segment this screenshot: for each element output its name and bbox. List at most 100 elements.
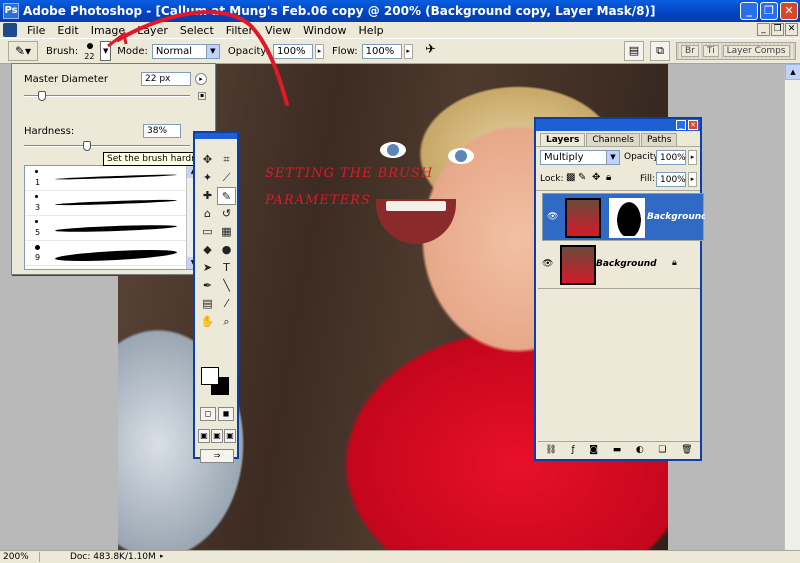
layer-name[interactable]: Background copy (647, 212, 705, 222)
brush-tool-icon[interactable]: ✎ (217, 187, 236, 205)
gradient-tool-icon[interactable]: ▦ (217, 223, 236, 241)
hardness-label: Hardness: (24, 126, 75, 137)
foreground-color-swatch[interactable] (201, 367, 219, 385)
lock-label: Lock: (540, 174, 564, 184)
new-preset-icon[interactable]: ▪ (198, 92, 206, 100)
brush-stroke-preview (54, 247, 178, 264)
palette-close-button[interactable]: ✕ (688, 120, 698, 130)
fill-label: Fill: (640, 174, 656, 184)
brush-preset-item[interactable]: 9 (25, 241, 199, 266)
layer-row-background[interactable]: 👁︎ Background 🔒︎ (538, 241, 700, 289)
brush-tip-icon (35, 220, 38, 223)
layer-row-background-copy[interactable]: 👁︎ Background copy (542, 193, 705, 241)
master-diameter-slider[interactable] (24, 95, 190, 97)
brush-size-label: 1 (35, 178, 41, 187)
type-tool-icon[interactable]: T (217, 259, 236, 277)
master-diameter-slider-thumb[interactable] (38, 91, 47, 101)
brush-picker-popup: Master Diameter 22 px ▸ ▪ Hardness: 38% … (11, 63, 216, 275)
jump-to-imageready-button[interactable]: ⇒ (200, 449, 234, 463)
tab-channels[interactable]: Channels (586, 133, 640, 146)
layer-thumbnail (560, 245, 596, 285)
new-set-icon[interactable]: ▬ (613, 445, 622, 455)
visibility-eye-icon[interactable]: 👁︎ (547, 212, 558, 222)
palette-minimize-button[interactable]: _ (676, 120, 686, 130)
clone-stamp-tool-icon[interactable]: ⌂ (198, 205, 217, 223)
lock-image-icon[interactable]: ✎ (578, 172, 586, 183)
status-bar: 200% Doc: 483.8K/1.10M ▸ (0, 550, 800, 563)
fill-value: 100% (660, 174, 686, 185)
tab-paths[interactable]: Paths (640, 133, 678, 146)
pen-tool-icon[interactable]: ✒ (198, 277, 217, 295)
zoom-level[interactable]: 200% (0, 552, 40, 562)
brush-preset-item[interactable]: 5 (25, 216, 199, 241)
standard-mode-button[interactable]: ◻ (200, 407, 216, 421)
brush-menu-arrow-icon[interactable]: ▸ (195, 73, 207, 85)
layers-palette-title-bar[interactable]: _ ✕ (536, 119, 700, 131)
brush-tip-icon (35, 195, 38, 198)
layer-opacity-input[interactable]: 100% (656, 150, 686, 165)
master-diameter-input[interactable]: 22 px (141, 72, 191, 86)
full-screen-mode-button[interactable]: ▣ (224, 429, 236, 443)
move-tool-icon[interactable]: ✥ (198, 151, 217, 169)
standard-screen-mode-button[interactable]: ▣ (198, 429, 210, 443)
document-size: Doc: 483.8K/1.10M (70, 552, 156, 562)
layer-opacity-slider-button[interactable]: ▸ (688, 150, 697, 165)
eraser-tool-icon[interactable]: ▭ (198, 223, 217, 241)
lock-transparency-icon[interactable]: ▩ (566, 172, 575, 183)
crop-tool-icon[interactable]: ⌗ (217, 151, 236, 169)
chevron-down-icon: ▼ (606, 151, 619, 164)
master-diameter-label: Master Diameter (24, 74, 109, 85)
dodge-tool-icon[interactable]: ● (217, 241, 236, 259)
brush-tip-icon (35, 170, 38, 173)
quick-mask-mode-button[interactable]: ◼ (218, 407, 234, 421)
hand-tool-icon[interactable]: ✋ (198, 313, 217, 331)
annotation-line-1: SETTING THE BRUSH (265, 166, 434, 181)
brush-size-label: 9 (35, 253, 41, 262)
lock-position-icon[interactable]: ✥ (592, 172, 600, 183)
brush-preset-item[interactable]: 1 (25, 166, 199, 191)
fill-slider-button[interactable]: ▸ (688, 172, 697, 187)
eyedropper-tool-icon[interactable]: ⁄ (217, 295, 236, 313)
zoom-tool-icon[interactable]: ⌕ (217, 313, 236, 331)
blend-mode-select[interactable]: Multiply ▼ (540, 150, 620, 165)
hardness-input[interactable]: 38% (143, 124, 181, 138)
layer-thumbnail (565, 198, 601, 238)
tab-layers[interactable]: Layers (540, 133, 586, 146)
new-layer-icon[interactable]: ❏ (658, 445, 666, 455)
visibility-eye-icon[interactable]: 👁︎ (542, 259, 553, 269)
lock-all-icon[interactable]: 🔒︎ (606, 172, 611, 183)
layer-name[interactable]: Background (596, 259, 657, 269)
hardness-slider[interactable] (24, 145, 190, 147)
brush-stroke-preview (55, 173, 177, 181)
magic-wand-tool-icon[interactable]: ✦ (198, 169, 217, 187)
path-selection-tool-icon[interactable]: ➤ (198, 259, 217, 277)
brush-preset-list: 1 3 5 9 ▲ ▼ (24, 165, 200, 270)
slice-tool-icon[interactable]: ⟋ (217, 169, 236, 187)
notes-tool-icon[interactable]: ▤ (198, 295, 217, 313)
layer-opacity-value: 100% (660, 152, 686, 163)
annotation-line-2: PARAMETERS (265, 193, 371, 208)
add-mask-icon[interactable]: ◙ (589, 445, 598, 455)
line-tool-icon[interactable]: ╲ (217, 277, 236, 295)
link-layers-icon[interactable]: ⛓ (545, 445, 556, 455)
healing-brush-tool-icon[interactable]: ✚ (198, 187, 217, 205)
history-brush-tool-icon[interactable]: ↺ (217, 205, 236, 223)
brush-preset-item[interactable]: 3 (25, 191, 199, 216)
hardness-slider-thumb[interactable] (83, 141, 92, 151)
layers-palette-footer: ⛓ ƒ ◙ ▬ ◐ ❏ 🗑︎ (538, 441, 700, 457)
full-screen-menu-mode-button[interactable]: ▣ (211, 429, 223, 443)
toolbox-title-bar[interactable] (195, 133, 237, 139)
trash-icon[interactable]: 🗑︎ (681, 445, 692, 455)
adjustment-layer-icon[interactable]: ◐ (636, 445, 644, 455)
blur-tool-icon[interactable]: ◆ (198, 241, 217, 259)
layers-palette: _ ✕ Layers Channels Paths Multiply ▼ Opa… (534, 117, 705, 461)
layer-style-icon[interactable]: ƒ (571, 445, 574, 455)
fill-input[interactable]: 100% (656, 172, 686, 187)
brush-stroke-preview (54, 198, 178, 207)
brush-size-label: 3 (35, 203, 41, 212)
layer-mask-thumbnail[interactable] (609, 198, 645, 238)
layer-lock-icon: 🔒︎ (672, 258, 677, 268)
toolbox-palette: ✥ ⌗ ✦ ⟋ ✚ ✎ ⌂ ↺ ▭ ▦ ◆ ● ➤ T ✒ ╲ ▤ ⁄ ✋ ⌕ … (193, 131, 239, 463)
brush-tip-icon (35, 245, 40, 250)
status-menu-arrow-icon[interactable]: ▸ (160, 552, 168, 562)
